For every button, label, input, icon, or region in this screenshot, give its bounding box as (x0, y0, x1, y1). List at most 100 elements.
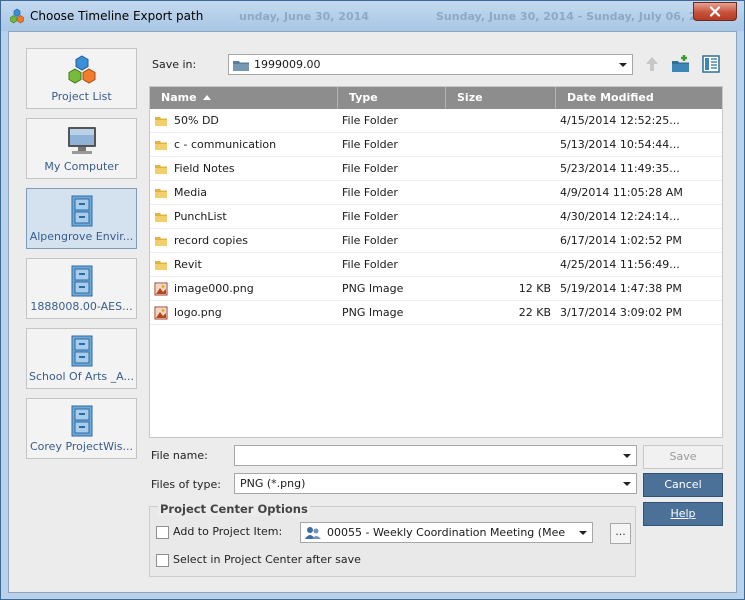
file-name-cell: Media (153, 181, 335, 205)
help-button[interactable]: Help (643, 502, 723, 526)
file-type-cell: File Folder (342, 210, 398, 223)
file-name-cell: c - communication (153, 133, 335, 157)
chevron-down-icon (623, 454, 631, 458)
options-title: Project Center Options (158, 502, 310, 516)
file-size-cell: 12 KB (518, 282, 551, 295)
file-row[interactable]: c - communication File Folder 5/13/2014 10… (150, 133, 722, 157)
png-image-icon (154, 306, 168, 320)
file-name-text: 50% DD (174, 114, 219, 127)
place-label: School Of Arts _A... (29, 370, 134, 383)
file-type-cell: File Folder (342, 114, 398, 127)
folder-icon (155, 117, 167, 126)
column-label: Name (161, 91, 197, 104)
place-project-alpengrove[interactable]: Alpengrove Envir... (26, 188, 137, 249)
file-size-cell (450, 109, 551, 133)
up-arrow-icon[interactable] (642, 54, 662, 74)
file-row[interactable]: record copies File Folder 6/17/2014 1:02:5… (150, 229, 722, 253)
file-row[interactable]: Field Notes File Folder 5/23/2014 11:49:35… (150, 157, 722, 181)
file-size-cell (450, 181, 551, 205)
place-project-corey[interactable]: Corey ProjectWis... (26, 398, 137, 459)
view-menu-icon[interactable] (701, 54, 721, 74)
file-name-text: record copies (174, 234, 248, 247)
file-name-text: logo.png (174, 306, 222, 319)
file-size-cell (450, 205, 551, 229)
place-project-1888008[interactable]: 1888008.00-AES... (26, 258, 137, 319)
place-label: Project List (51, 90, 112, 103)
file-cabinet-icon (71, 405, 92, 437)
file-name-text: Revit (174, 258, 202, 271)
file-size-cell (450, 157, 551, 181)
file-type-cell: File Folder (342, 186, 398, 199)
file-row[interactable]: PunchList File Folder 4/30/2014 12:24:14..… (150, 205, 722, 229)
add-to-project-item-checkbox[interactable] (156, 526, 169, 539)
place-my-computer[interactable]: My Computer (26, 118, 137, 179)
place-label: Alpengrove Envir... (29, 230, 134, 243)
file-list[interactable]: Name Type Size Date Modified 50% DD File … (149, 86, 723, 438)
save-in-value: 1999009.00 (254, 58, 321, 71)
file-name-input[interactable] (234, 445, 637, 466)
file-type-dropdown[interactable]: PNG (*.png) (234, 473, 637, 494)
column-header-type[interactable]: Type (338, 87, 446, 109)
save-button[interactable]: Save (643, 445, 723, 469)
folder-icon (155, 141, 167, 150)
background-ghost-text: Sunday, June 30, 2014 - Sunday, July 06,… (436, 10, 720, 23)
file-size-cell (450, 133, 551, 157)
file-name-cell: PunchList (153, 205, 335, 229)
file-date-cell: 3/17/2014 3:09:02 PM (560, 306, 682, 319)
new-folder-icon[interactable] (671, 54, 691, 74)
save-in-dropdown[interactable]: 1999009.00 (228, 54, 633, 75)
file-row[interactable]: image000.png PNG Image 12 KB 5/19/2014 1:47… (150, 277, 722, 301)
title-bar[interactable]: Choose Timeline Export path unday, June … (1, 1, 744, 31)
column-label: Type (349, 91, 378, 104)
folder-icon (155, 261, 167, 270)
place-project-school-of-arts[interactable]: School Of Arts _A... (26, 328, 137, 389)
column-header-date-modified[interactable]: Date Modified (556, 87, 722, 109)
file-type-cell: File Folder (342, 258, 398, 271)
file-size-cell (450, 229, 551, 253)
dialog-body: Project List My Computer Alpengrove Envi… (8, 31, 737, 593)
save-in-label: Save in: (152, 58, 197, 71)
select-after-save-label: Select in Project Center after save (173, 553, 361, 566)
file-date-cell: 5/23/2014 11:49:35... (560, 162, 680, 175)
file-name-label: File name: (151, 449, 208, 462)
file-cabinet-icon (71, 195, 92, 227)
help-label: Help (670, 507, 696, 520)
file-type-cell: File Folder (342, 138, 398, 151)
place-project-list[interactable]: Project List (26, 48, 137, 109)
file-name-text: Field Notes (174, 162, 235, 175)
place-label: Corey ProjectWis... (29, 440, 133, 453)
cancel-button[interactable]: Cancel (643, 473, 723, 497)
close-button[interactable] (693, 2, 737, 21)
place-label: 1888008.00-AES... (30, 300, 133, 313)
select-after-save-checkbox[interactable] (156, 554, 169, 567)
file-date-cell: 5/13/2014 10:54:44... (560, 138, 680, 151)
chevron-down-icon (579, 531, 587, 535)
file-name-text: c - communication (174, 138, 277, 151)
file-type-cell: File Folder (342, 234, 398, 247)
people-icon (305, 527, 321, 539)
file-date-cell: 6/17/2014 1:02:52 PM (560, 234, 682, 247)
file-name-text: image000.png (174, 282, 254, 295)
project-item-dropdown[interactable]: 00055 - Weekly Coordination Meeting (Mee (300, 522, 593, 543)
folder-icon (155, 213, 167, 222)
file-row[interactable]: logo.png PNG Image 22 KB 3/17/2014 3:09:02 … (150, 301, 722, 325)
chevron-down-icon (623, 482, 631, 486)
column-header-size[interactable]: Size (446, 87, 556, 109)
folder-icon (155, 165, 167, 174)
column-label: Date Modified (567, 91, 654, 104)
column-header-name[interactable]: Name (150, 87, 338, 109)
browse-project-item-button[interactable]: ... (610, 523, 631, 544)
file-row[interactable]: Revit File Folder 4/25/2014 11:56:49... (150, 253, 722, 277)
file-rows: 50% DD File Folder 4/15/2014 12:52:25... c … (150, 109, 722, 325)
window-title: Choose Timeline Export path (30, 9, 204, 23)
file-name-cell: 50% DD (153, 109, 335, 133)
close-icon (709, 6, 721, 17)
column-label: Size (457, 91, 483, 104)
file-size-cell: 22 KB (518, 306, 551, 319)
file-row[interactable]: Media File Folder 4/9/2014 11:05:28 AM (150, 181, 722, 205)
file-row[interactable]: 50% DD File Folder 4/15/2014 12:52:25... (150, 109, 722, 133)
file-name-cell: Revit (153, 253, 335, 277)
folder-icon (233, 61, 249, 71)
dialog-window: Choose Timeline Export path unday, June … (0, 0, 745, 600)
file-name-text: Media (174, 186, 208, 199)
